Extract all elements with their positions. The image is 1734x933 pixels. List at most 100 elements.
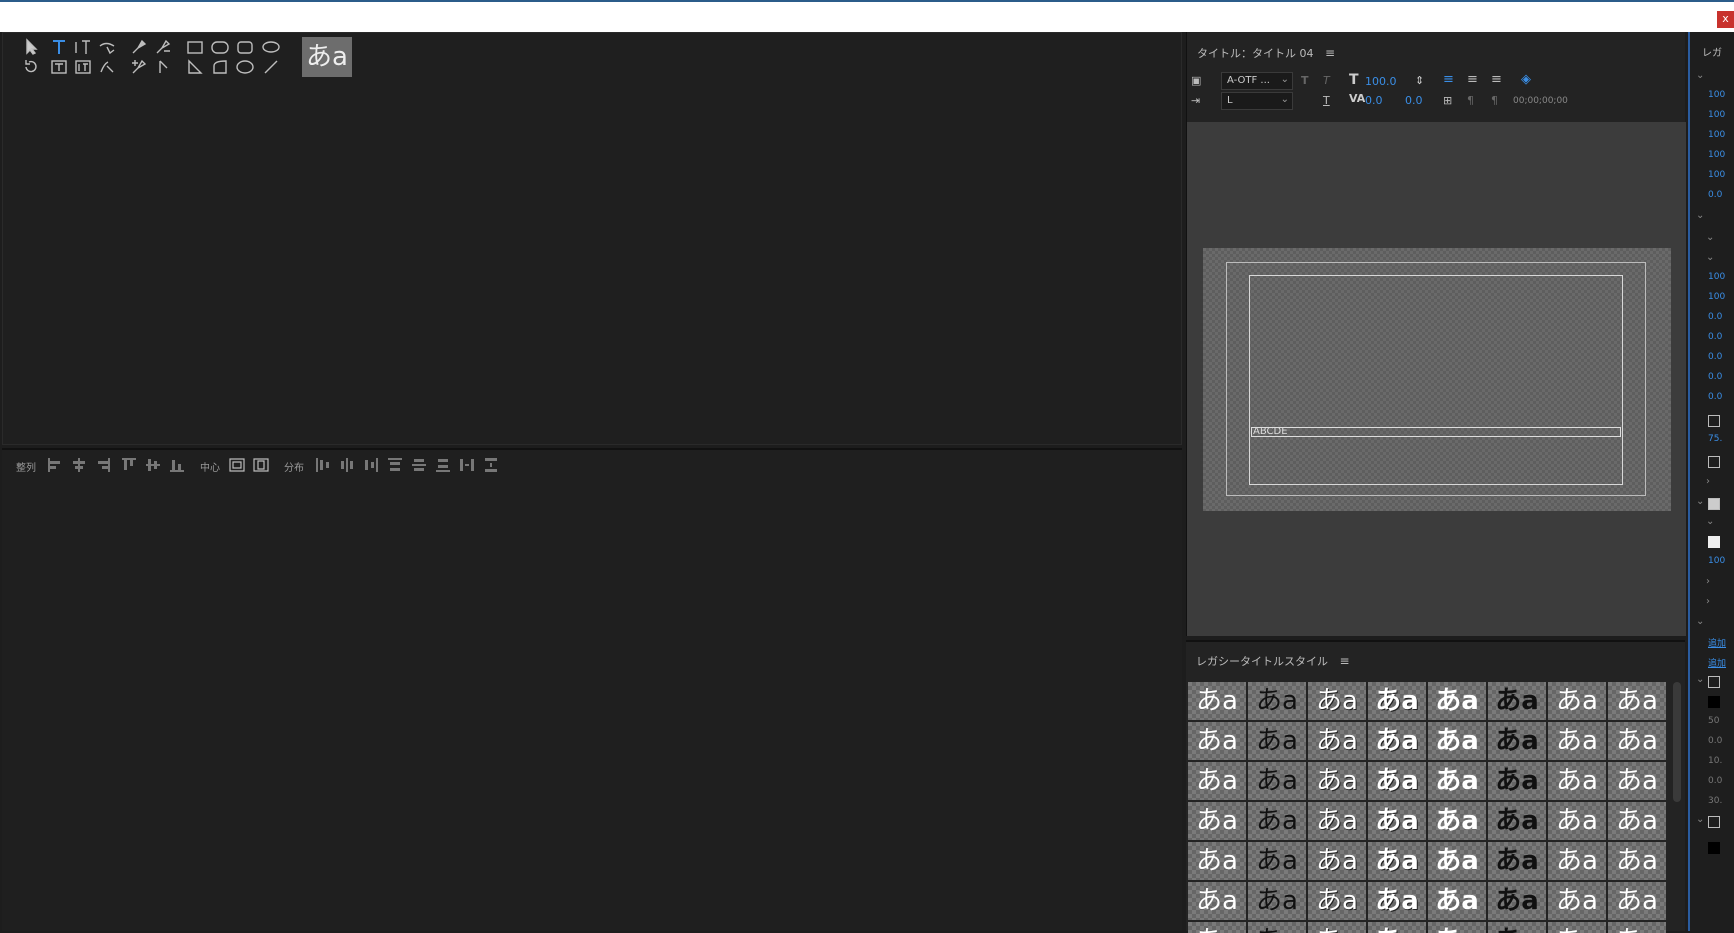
- style-swatch[interactable]: あa: [1188, 922, 1246, 933]
- style-swatch[interactable]: あa: [1308, 762, 1366, 800]
- chevron-right-icon[interactable]: ›: [1706, 596, 1710, 607]
- style-swatch[interactable]: あa: [1488, 802, 1546, 840]
- styles-scrollbar[interactable]: [1673, 682, 1681, 802]
- font-size-value[interactable]: 100.0: [1365, 75, 1397, 88]
- distribute-center-h-icon[interactable]: [338, 456, 356, 474]
- style-swatch[interactable]: あa: [1248, 922, 1306, 933]
- prop-value[interactable]: 0.0: [1708, 372, 1722, 382]
- tab-stops-icon[interactable]: ⇥: [1191, 94, 1200, 107]
- style-swatch[interactable]: あa: [1428, 722, 1486, 760]
- font-family-select[interactable]: A-OTF ... ⌄: [1221, 72, 1293, 90]
- prop-value[interactable]: 0.0: [1708, 312, 1722, 322]
- style-swatch[interactable]: あa: [1308, 922, 1366, 933]
- style-swatch[interactable]: あa: [1488, 762, 1546, 800]
- distribute-right-icon[interactable]: [362, 456, 380, 474]
- style-swatch[interactable]: あa: [1188, 682, 1246, 720]
- prop-value[interactable]: 100: [1708, 110, 1725, 120]
- ellipse-tool-icon[interactable]: [235, 57, 255, 77]
- prop-value[interactable]: 0.0: [1708, 332, 1722, 342]
- prop-value[interactable]: 0.0: [1708, 352, 1722, 362]
- paragraph-ltr-icon[interactable]: ¶: [1467, 94, 1474, 107]
- style-swatch[interactable]: あa: [1548, 722, 1606, 760]
- style-swatch[interactable]: あa: [1428, 842, 1486, 880]
- prop-value[interactable]: 100: [1708, 90, 1725, 100]
- convert-anchor-tool-icon[interactable]: [153, 57, 173, 77]
- chevron-down-icon[interactable]: ⌄: [1706, 232, 1714, 243]
- style-swatch[interactable]: あa: [1368, 682, 1426, 720]
- style-swatch[interactable]: あa: [1428, 802, 1486, 840]
- rotation-tool-icon[interactable]: [21, 57, 41, 77]
- style-swatch[interactable]: あa: [1488, 882, 1546, 920]
- add-anchor-tool-icon[interactable]: [129, 57, 149, 77]
- selection-tool-icon[interactable]: [21, 37, 41, 57]
- style-swatch[interactable]: あa: [1368, 922, 1426, 933]
- chevron-down-icon[interactable]: ⌄: [1696, 210, 1704, 221]
- panel-menu-icon[interactable]: ≡: [1340, 654, 1350, 668]
- prop-value[interactable]: 0.0: [1708, 190, 1722, 200]
- style-swatch[interactable]: あa: [1188, 722, 1246, 760]
- style-swatch[interactable]: あa: [1248, 682, 1306, 720]
- wedge-tool-icon[interactable]: [185, 57, 205, 77]
- style-swatch[interactable]: あa: [1548, 842, 1606, 880]
- chevron-down-icon[interactable]: ⌄: [1696, 70, 1704, 81]
- distribute-spacing-v-icon[interactable]: [482, 456, 500, 474]
- prop-value[interactable]: 100: [1708, 130, 1725, 140]
- style-swatch[interactable]: あa: [1188, 762, 1246, 800]
- align-center-text-icon[interactable]: ≡: [1467, 72, 1478, 87]
- background-video-icon[interactable]: ▣: [1191, 74, 1201, 87]
- color-swatch[interactable]: [1708, 842, 1720, 854]
- align-left-text-icon[interactable]: ≡: [1443, 72, 1454, 87]
- style-swatch[interactable]: あa: [1188, 882, 1246, 920]
- distribute-bottom-icon[interactable]: [434, 456, 452, 474]
- style-swatch[interactable]: あa: [1308, 882, 1366, 920]
- underline-icon[interactable]: T: [1323, 94, 1330, 107]
- clipped-corner-rect-tool-icon[interactable]: [235, 37, 255, 57]
- style-swatch[interactable]: あa: [1248, 762, 1306, 800]
- style-swatch[interactable]: あa: [1488, 842, 1546, 880]
- style-swatch[interactable]: あa: [1188, 802, 1246, 840]
- style-swatch[interactable]: あa: [1308, 722, 1366, 760]
- style-swatch[interactable]: あa: [1188, 842, 1246, 880]
- leading-icon[interactable]: ⇕: [1415, 74, 1424, 87]
- style-swatch[interactable]: あa: [1428, 682, 1486, 720]
- prop-value[interactable]: 50: [1708, 716, 1719, 726]
- arc-tool-icon[interactable]: [210, 57, 230, 77]
- show-background-video-icon[interactable]: ◈: [1521, 72, 1531, 87]
- style-swatch[interactable]: あa: [1308, 802, 1366, 840]
- line-tool-icon[interactable]: [261, 57, 281, 77]
- style-swatch[interactable]: あa: [1608, 762, 1666, 800]
- distribute-top-icon[interactable]: [386, 456, 404, 474]
- tracking-value[interactable]: 0.0: [1405, 94, 1423, 107]
- style-swatch[interactable]: あa: [1548, 922, 1606, 933]
- chevron-down-icon[interactable]: ⌄: [1706, 516, 1714, 527]
- area-type-tool-icon[interactable]: [49, 57, 69, 77]
- style-swatch[interactable]: あa: [1308, 842, 1366, 880]
- style-swatch[interactable]: あa: [1548, 882, 1606, 920]
- align-right-icon[interactable]: [94, 456, 112, 474]
- center-horizontal-icon[interactable]: [228, 456, 246, 474]
- color-swatch[interactable]: [1708, 536, 1720, 548]
- color-swatch[interactable]: [1708, 696, 1720, 708]
- style-swatch[interactable]: あa: [1608, 842, 1666, 880]
- prop-value[interactable]: 0.0: [1708, 776, 1722, 786]
- style-swatch[interactable]: あa: [1368, 762, 1426, 800]
- chevron-down-icon[interactable]: ⌄: [1696, 616, 1704, 627]
- distribute-center-v-icon[interactable]: [410, 456, 428, 474]
- style-sample-swatch[interactable]: あa: [302, 37, 352, 77]
- rounded-rect-tool-icon[interactable]: [210, 37, 230, 57]
- timecode[interactable]: 00;00;00;00: [1513, 96, 1568, 106]
- style-swatch[interactable]: あa: [1488, 682, 1546, 720]
- style-swatch[interactable]: あa: [1488, 722, 1546, 760]
- vertical-path-type-tool-icon[interactable]: [97, 57, 117, 77]
- prop-value[interactable]: 100: [1708, 170, 1725, 180]
- style-swatch[interactable]: あa: [1608, 682, 1666, 720]
- style-swatch[interactable]: あa: [1248, 802, 1306, 840]
- prop-value[interactable]: 30.: [1708, 796, 1722, 806]
- text-object[interactable]: ABCDE: [1251, 427, 1621, 437]
- style-swatch[interactable]: あa: [1368, 802, 1426, 840]
- checkbox[interactable]: [1708, 456, 1720, 468]
- font-style-select[interactable]: L ⌄: [1221, 92, 1293, 110]
- rectangle-tool-icon[interactable]: [185, 37, 205, 57]
- style-swatch[interactable]: あa: [1608, 882, 1666, 920]
- italic-icon[interactable]: T: [1323, 74, 1330, 87]
